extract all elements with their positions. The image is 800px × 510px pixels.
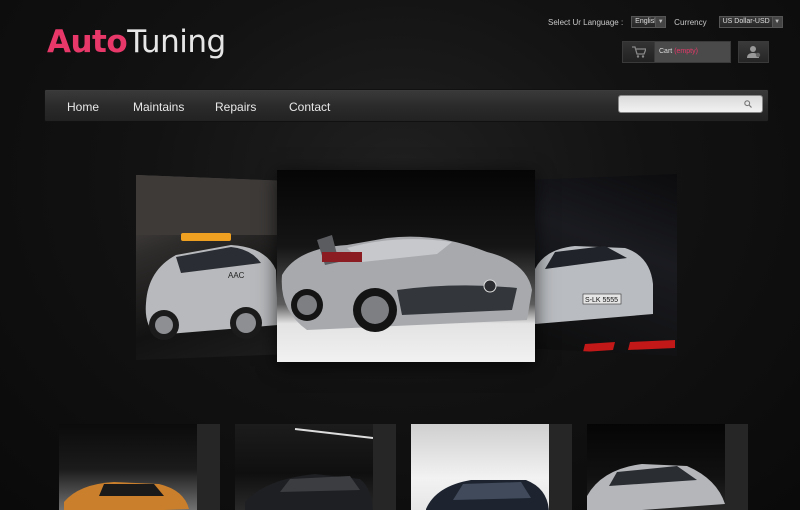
site-logo[interactable]: AutoTuning	[47, 24, 226, 60]
car-image: S-LK 5555	[535, 246, 675, 352]
language-select[interactable]: English ▼	[631, 16, 667, 28]
thumbnail-image	[235, 424, 373, 510]
thumbnail-item[interactable]	[235, 424, 396, 510]
slider-image-left[interactable]: AAC	[136, 175, 278, 360]
chevron-down-icon: ▼	[655, 17, 666, 27]
language-label: Select Ur Language :	[548, 17, 624, 27]
search-input[interactable]	[619, 98, 739, 114]
cart-label: Cart	[659, 48, 673, 55]
nav-item-contact[interactable]: Contact	[289, 100, 330, 114]
user-icon	[746, 46, 760, 58]
thumbnail-image	[59, 424, 197, 510]
currency-label: Currency	[674, 17, 707, 27]
slider-image-right[interactable]: S-LK 5555	[535, 174, 677, 356]
nav-item-maintains[interactable]: Maintains	[133, 100, 184, 114]
thumbnail-image	[411, 424, 549, 510]
search-icon[interactable]	[744, 100, 752, 110]
cart-icon	[623, 42, 655, 62]
currency-value: US Dollar-USD	[722, 18, 770, 25]
nav-item-home[interactable]: Home	[67, 100, 99, 114]
logo-auto: Auto	[47, 24, 128, 60]
logo-tuning: Tuning	[127, 24, 226, 60]
preferences-bar: Select Ur Language : English ▼ Currency …	[548, 16, 783, 28]
currency-select[interactable]: US Dollar-USD ▼	[718, 16, 783, 28]
search-box	[618, 95, 763, 114]
thumbnail-image	[587, 424, 725, 510]
cart-text: Cart (empty)	[655, 42, 730, 62]
plate-text: AAC	[228, 271, 245, 280]
cart-status: (empty)	[674, 48, 698, 55]
nav-item-repairs[interactable]: Repairs	[215, 100, 256, 114]
plate-text: S-LK 5555	[585, 297, 618, 304]
thumbnail-item[interactable]	[59, 424, 220, 510]
thumbnail-item[interactable]	[411, 424, 572, 510]
car-image: AAC	[136, 175, 278, 340]
chevron-down-icon: ▼	[771, 17, 782, 27]
cart-button[interactable]: Cart (empty)	[622, 41, 731, 63]
account-button[interactable]	[738, 41, 769, 63]
thumbnail-item[interactable]	[587, 424, 748, 510]
car-image	[281, 235, 532, 332]
slider-image-center[interactable]	[277, 170, 535, 362]
